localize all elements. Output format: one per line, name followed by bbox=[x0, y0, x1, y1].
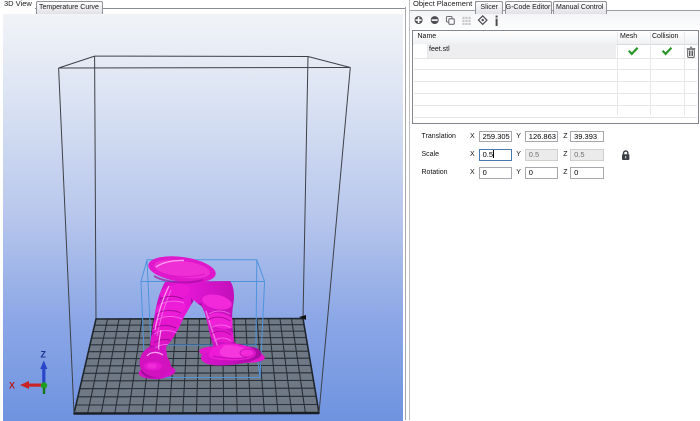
svg-text:Z: Z bbox=[41, 350, 47, 360]
svg-text:X: X bbox=[9, 381, 15, 391]
